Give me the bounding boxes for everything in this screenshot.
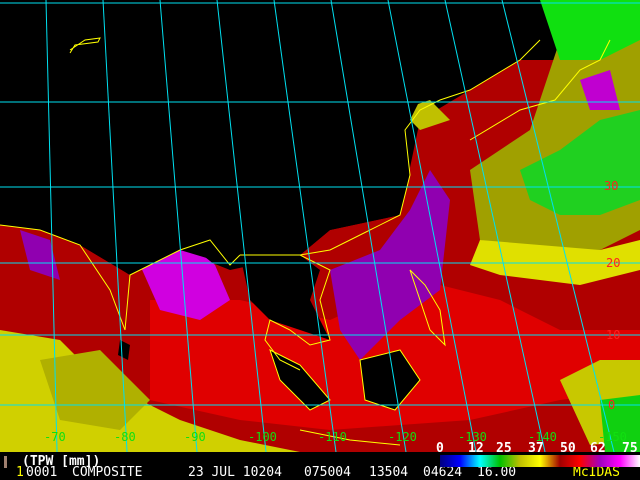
- longitude-label: -100: [248, 430, 277, 444]
- image-time: 075004: [304, 465, 351, 480]
- tpw-colorbar: [440, 455, 640, 467]
- tpw-field: [0, 0, 640, 452]
- latitude-label: 0: [608, 398, 616, 412]
- mcidas-display: -70 -80 -90 -100 -110 -120 -130 -140 -15…: [0, 0, 640, 480]
- latitude-label: 30: [604, 179, 619, 193]
- latitude-label: 20: [606, 256, 621, 270]
- latitude-label: 10: [606, 328, 621, 342]
- longitude-label: -70: [44, 430, 66, 444]
- frame-indicator: [4, 456, 7, 468]
- longitude-label: -80: [114, 430, 136, 444]
- longitude-label: -120: [388, 430, 417, 444]
- frame-id: 0001: [26, 465, 58, 480]
- image-type: COMPOSITE: [72, 465, 143, 480]
- mcidas-logo: McIDAS: [573, 465, 620, 480]
- longitude-label: -90: [184, 430, 206, 444]
- colorbar-label: 12: [468, 441, 484, 456]
- colorbar-label: 37: [528, 441, 544, 456]
- image-field-1: 13504: [369, 465, 409, 480]
- colorbar-label: 75: [622, 441, 638, 456]
- frame-number: 1: [16, 465, 24, 480]
- colorbar-label: 25: [496, 441, 512, 456]
- colorbar-label: 0: [436, 441, 444, 456]
- colorbar-label: 62: [590, 441, 606, 456]
- longitude-label: -110: [318, 430, 347, 444]
- colorbar-label: 50: [560, 441, 576, 456]
- image-date: 23 JUL 10204: [188, 465, 282, 480]
- tpw-map: [0, 0, 640, 452]
- image-field-3: 16.00: [477, 465, 517, 480]
- image-field-2: 04624: [423, 465, 463, 480]
